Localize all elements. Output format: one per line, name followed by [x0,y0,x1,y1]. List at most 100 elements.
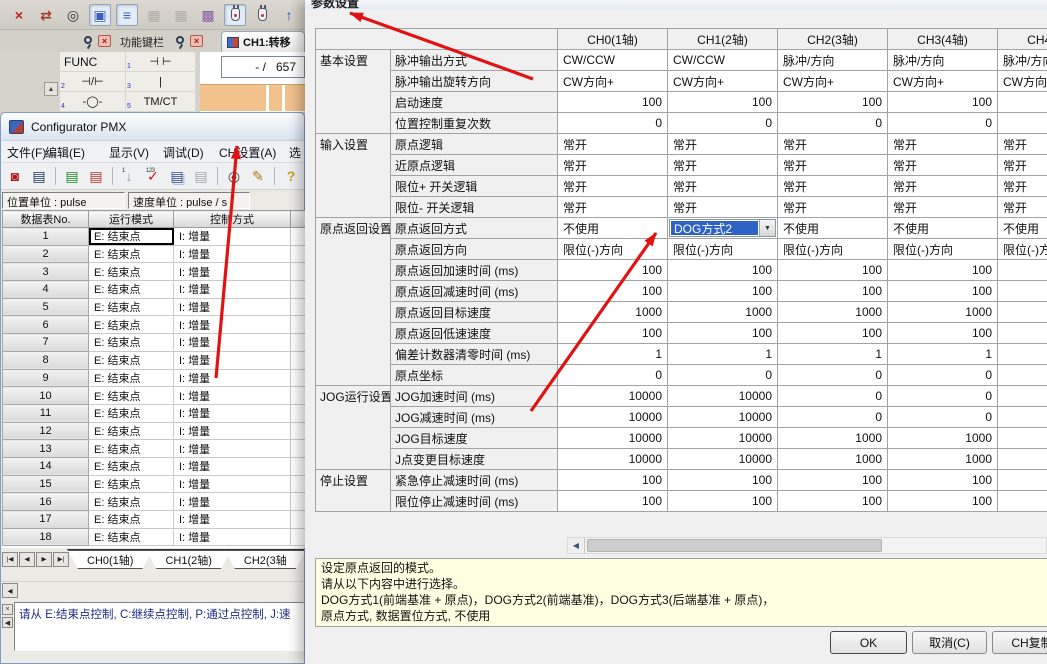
first-tab-button[interactable]: |◀ [2,552,18,567]
run-mode-cell[interactable]: E: 结束点 [89,511,174,529]
param-value-cell[interactable] [998,344,1047,365]
row-number-cell[interactable]: 17 [3,511,89,529]
delete-button[interactable]: × [8,4,30,26]
cancel-button[interactable]: 取消(C) [912,631,987,654]
prev-tab-button[interactable]: ◀ [19,552,35,567]
param-value-cell[interactable]: 0 [558,365,668,386]
param-value-cell[interactable]: 常开 [888,134,998,155]
param-value-cell[interactable]: 常开 [558,134,668,155]
row-number-cell[interactable]: 14 [3,457,89,475]
param-value-cell[interactable] [998,323,1047,344]
param-value-cell[interactable]: 1000 [888,302,998,323]
param-value-cell[interactable]: 1000 [888,428,998,449]
download-button[interactable]: ↓1 [119,166,139,186]
run-mode-cell[interactable]: E: 结束点 [89,334,174,352]
param-value-cell[interactable]: CW/CCW [558,50,668,71]
control-mode-cell[interactable]: I: 增量 [174,422,291,440]
copy-button[interactable]: ▤ [167,166,187,186]
param-value-cell[interactable]: 0 [558,113,668,134]
param-value-cell[interactable]: 常开 [668,155,778,176]
run-mode-cell[interactable]: E: 结束点 [89,422,174,440]
control-mode-cell[interactable]: I: 增量 [174,387,291,405]
control-mode-cell[interactable]: I: 增量 [174,316,291,334]
param-value-cell[interactable]: 100 [668,281,778,302]
menu-item-4[interactable]: 调试(D) [163,144,204,161]
param-value-cell[interactable]: 1000 [778,428,888,449]
dialog-titlebar[interactable]: 参数设置 [305,0,1047,9]
control-mode-cell[interactable]: I: 增量 [174,404,291,422]
param-value-cell[interactable]: 0 [778,407,888,428]
param-value-cell[interactable]: 100 [668,323,778,344]
param-value-cell[interactable]: CW方向+ [668,71,778,92]
editor-tab-ch1[interactable]: CH1:转移 [221,31,305,52]
param-value-cell[interactable] [998,470,1047,491]
cascade-windows-button[interactable]: ▣ [89,4,111,26]
param-value-cell[interactable]: 100 [668,92,778,113]
row-number-cell[interactable]: 4 [3,281,89,299]
param-value-cell[interactable]: 1000 [558,302,668,323]
param-value-cell[interactable]: 常开 [668,176,778,197]
scroll-up-icon[interactable] [44,82,58,96]
param-value-cell[interactable]: CW方向+ [888,71,998,92]
export-button[interactable]: ▤ [86,166,106,186]
param-value-cell[interactable]: 0 [778,386,888,407]
param-value-cell[interactable]: 0 [778,365,888,386]
run-mode-cell[interactable]: E: 结束点 [89,281,174,299]
window-titlebar[interactable]: Configurator PMX [1,113,304,141]
param-value-cell[interactable]: 100 [668,260,778,281]
param-value-cell[interactable]: 脉冲/方向 [998,50,1047,71]
menu-item-1[interactable]: 文件(F) [7,144,46,161]
param-value-cell[interactable]: 100 [558,491,668,512]
param-value-cell[interactable] [998,407,1047,428]
zoom-grid-button[interactable]: ▩ [197,4,219,26]
control-mode-cell[interactable]: I: 增量 [174,245,291,263]
row-number-cell[interactable]: 18 [3,528,89,546]
homing-mode-dropdown[interactable]: DOG方式2 [669,219,776,237]
param-value-cell[interactable]: 限位(-)方向 [778,239,888,260]
run-mode-cell[interactable]: E: 结束点 [89,369,174,387]
save-button[interactable]: ▤ [29,166,49,186]
run-mode-cell[interactable]: E: 结束点 [89,263,174,281]
run-mode-cell[interactable]: E: 结束点 [89,457,174,475]
control-mode-cell[interactable]: I: 增量 [174,493,291,511]
param-value-cell[interactable]: 100 [888,260,998,281]
scroll-left-icon[interactable] [2,617,13,628]
param-value-cell[interactable]: 常开 [888,155,998,176]
row-number-cell[interactable]: 5 [3,298,89,316]
param-value-cell[interactable]: 限位(-)方向 [668,239,778,260]
param-value-cell[interactable]: 1 [778,344,888,365]
param-value-cell[interactable]: 100 [668,491,778,512]
pin-icon[interactable] [84,36,92,44]
control-mode-cell[interactable]: I: 增量 [174,511,291,529]
sheet-tab-1[interactable]: CH1(2轴) [145,549,231,569]
param-value-cell[interactable] [998,365,1047,386]
param-value-cell[interactable]: 1000 [778,302,888,323]
run-mode-cell[interactable]: E: 结束点 [89,351,174,369]
run-mode-cell[interactable]: E: 结束点 [89,298,174,316]
row-number-cell[interactable]: 13 [3,440,89,458]
run-mode-cell[interactable]: E: 结束点 [89,316,174,334]
param-value-cell[interactable]: 常开 [558,197,668,218]
param-value-cell[interactable]: 100 [778,260,888,281]
func-key-cell[interactable]: FUNC [60,52,126,72]
param-value-cell[interactable]: 常开 [668,197,778,218]
run-mode-cell[interactable]: E: 结束点 [89,387,174,405]
monitor-upload-button[interactable]: ↑ [278,4,300,26]
param-value-cell[interactable]: 0 [888,113,998,134]
control-mode-cell[interactable]: I: 增量 [174,528,291,546]
upload-grid-button[interactable]: ▦ [143,4,165,26]
param-value-cell[interactable]: CW/CCW [668,50,778,71]
param-value-cell[interactable]: 100 [778,92,888,113]
last-tab-button[interactable]: ▶| [53,552,69,567]
param-value-cell[interactable]: 常开 [778,197,888,218]
param-value-cell[interactable]: 1000 [778,449,888,470]
close-icon[interactable] [190,35,203,47]
param-value-cell[interactable]: 不使用 [558,218,668,239]
param-value-cell[interactable]: 常开 [998,197,1047,218]
param-value-cell[interactable]: 常开 [998,155,1047,176]
close-icon[interactable] [2,604,13,615]
param-value-cell[interactable] [998,491,1047,512]
param-value-cell[interactable] [998,428,1047,449]
param-value-cell[interactable] [998,260,1047,281]
param-value-cell[interactable] [998,386,1047,407]
